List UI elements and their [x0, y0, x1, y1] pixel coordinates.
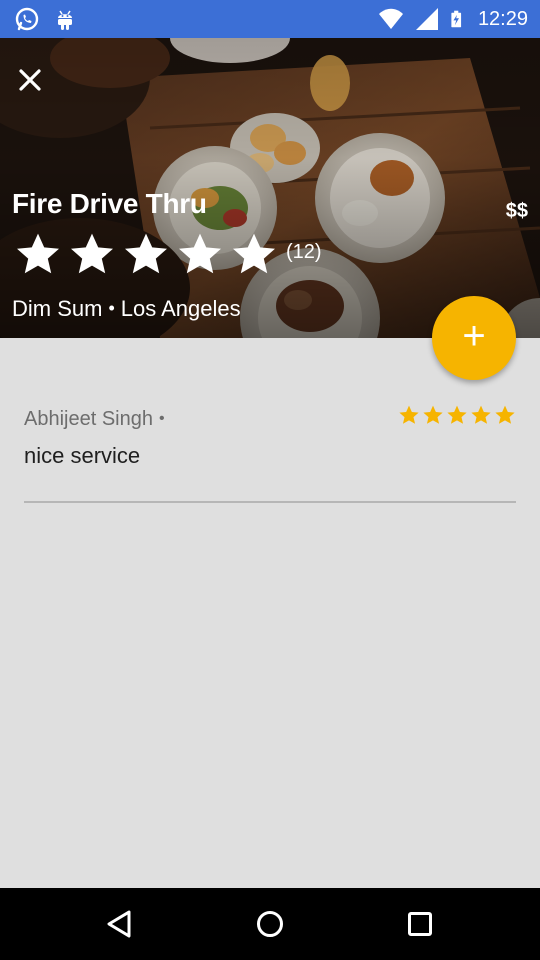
- star-icon: [495, 405, 515, 424]
- rating-count: (12): [286, 240, 322, 263]
- signal-icon: [415, 8, 438, 30]
- meta-separator: •: [108, 298, 115, 318]
- restaurant-detail-screen: 12:29 Fire Drive Thru $$ (12) Dim Sum • …: [0, 0, 540, 960]
- whatsapp-icon: [15, 7, 39, 31]
- divider: [24, 501, 516, 503]
- review-text: nice service: [24, 443, 141, 468]
- star-icon: [179, 233, 221, 274]
- star-icon: [399, 405, 419, 424]
- star-icon: [447, 405, 467, 424]
- restaurant-meta: Dim Sum • Los Angeles: [12, 296, 241, 322]
- add-review-button[interactable]: +: [432, 296, 516, 380]
- wifi-icon: [378, 8, 403, 29]
- back-icon[interactable]: [102, 906, 138, 942]
- star-icon: [233, 233, 275, 274]
- status-bar-notifications: [14, 6, 78, 32]
- home-icon[interactable]: [252, 906, 288, 942]
- status-bar: 12:29: [0, 0, 540, 38]
- star-icon: [423, 405, 443, 424]
- close-icon[interactable]: [12, 62, 48, 98]
- review-author: Abhijeet Singh: [24, 408, 153, 430]
- list-item: Abhijeet Singh • nice service: [24, 400, 516, 474]
- restaurant-category: Dim Sum: [12, 296, 103, 321]
- star-icon: [71, 233, 113, 274]
- restaurant-name: Fire Drive Thru: [12, 188, 207, 219]
- restaurant-city: Los Angeles: [120, 296, 241, 321]
- plus-icon: +: [462, 314, 486, 358]
- android-icon: [58, 10, 72, 30]
- navigation-bar: [0, 888, 540, 960]
- recents-icon[interactable]: [402, 906, 438, 942]
- restaurant-rating: (12): [14, 230, 322, 278]
- status-bar-system: 12:29: [378, 6, 528, 32]
- star-icon: [471, 405, 491, 424]
- star-icon: [125, 233, 167, 274]
- review-rating: [396, 404, 516, 426]
- status-bar-time: 12:29: [477, 8, 528, 30]
- review-separator: •: [158, 410, 165, 427]
- battery-charging-icon: [451, 10, 462, 28]
- restaurant-price: $$: [505, 200, 528, 222]
- restaurant-header: Fire Drive Thru $$ (12) Dim Sum • Los Ange…: [0, 38, 540, 338]
- star-icon: [17, 233, 59, 274]
